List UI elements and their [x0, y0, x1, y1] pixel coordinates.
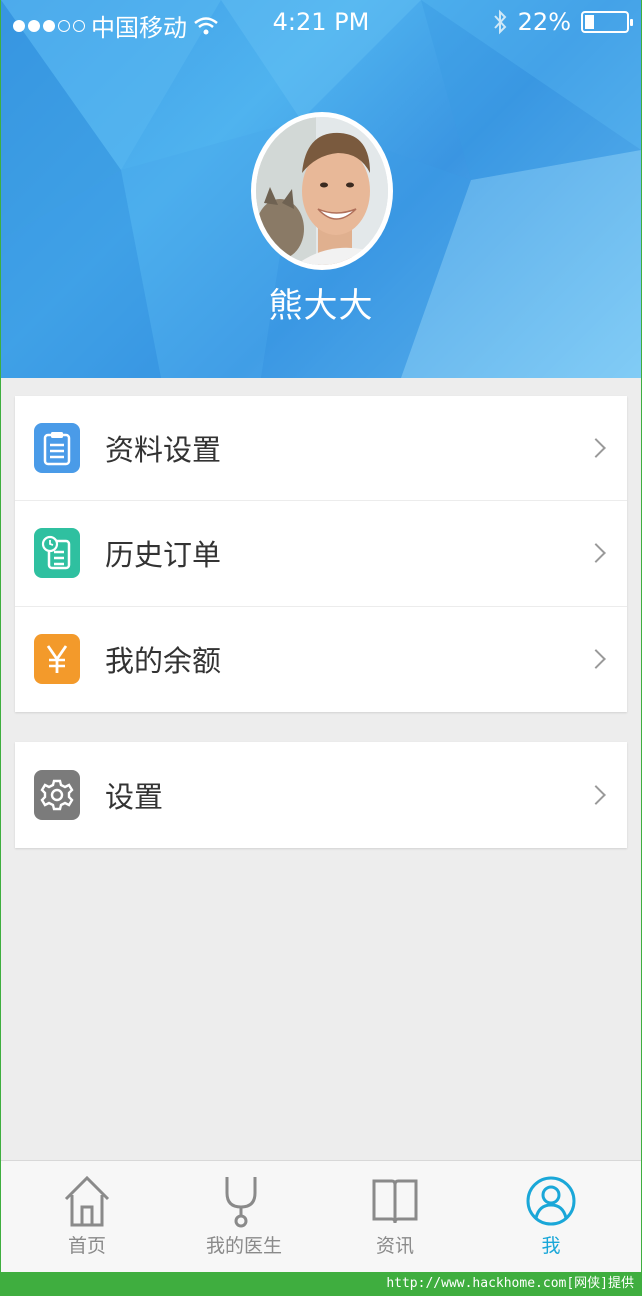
- avatar[interactable]: [251, 112, 393, 270]
- tab-home[interactable]: 首页: [7, 1161, 167, 1273]
- menu-item-label: 我的余额: [105, 643, 222, 678]
- tab-label: 资讯: [375, 1235, 414, 1257]
- order-history-icon: [34, 527, 80, 578]
- menu-card-account: 资料设置 历史订单 我的余额: [15, 396, 627, 712]
- tab-label: 我: [541, 1235, 561, 1257]
- battery-icon: [581, 11, 633, 33]
- chevron-right-icon: [586, 648, 606, 669]
- tab-me[interactable]: 我: [471, 1161, 631, 1273]
- chevron-right-icon: [586, 542, 606, 563]
- menu-item-balance[interactable]: 我的余额: [15, 606, 627, 710]
- home-icon: [64, 1175, 110, 1227]
- menu-item-label: 资料设置: [105, 433, 222, 467]
- menu-card-settings: 设置: [15, 742, 627, 848]
- status-bar: 中国移动 4:21 PM 22%: [1, 0, 641, 50]
- username: 熊大大: [268, 286, 374, 326]
- avatar-photo: [256, 117, 388, 265]
- menu-item-label: 历史订单: [105, 537, 222, 572]
- book-icon: [372, 1179, 418, 1224]
- tab-bar: 首页 我的医生 资讯 我: [1, 1160, 641, 1272]
- yen-icon: [34, 633, 80, 684]
- profile-header: 中国移动 4:21 PM 22% 熊大大: [1, 0, 641, 378]
- user-icon: [526, 1176, 576, 1226]
- tab-news[interactable]: 资讯: [315, 1161, 475, 1273]
- menu-item-settings[interactable]: 设置: [15, 743, 627, 847]
- battery-percent: 22%: [517, 8, 571, 36]
- menu-item-profile-settings[interactable]: 资料设置: [15, 396, 627, 500]
- tab-label: 首页: [67, 1235, 106, 1257]
- tab-my-doctor[interactable]: 我的医生: [164, 1161, 324, 1273]
- tab-label: 我的医生: [205, 1235, 282, 1257]
- chevron-right-icon: [586, 438, 606, 458]
- stethoscope-icon: [225, 1177, 257, 1228]
- clipboard-icon: [34, 423, 80, 473]
- chevron-right-icon: [586, 785, 606, 805]
- menu-item-label: 设置: [105, 780, 164, 814]
- watermark: http://www.hackhome.com[网侠]提供: [0, 1272, 642, 1296]
- gear-icon: [34, 770, 80, 820]
- bluetooth-icon: [493, 9, 507, 35]
- menu-item-order-history[interactable]: 历史订单: [15, 500, 627, 604]
